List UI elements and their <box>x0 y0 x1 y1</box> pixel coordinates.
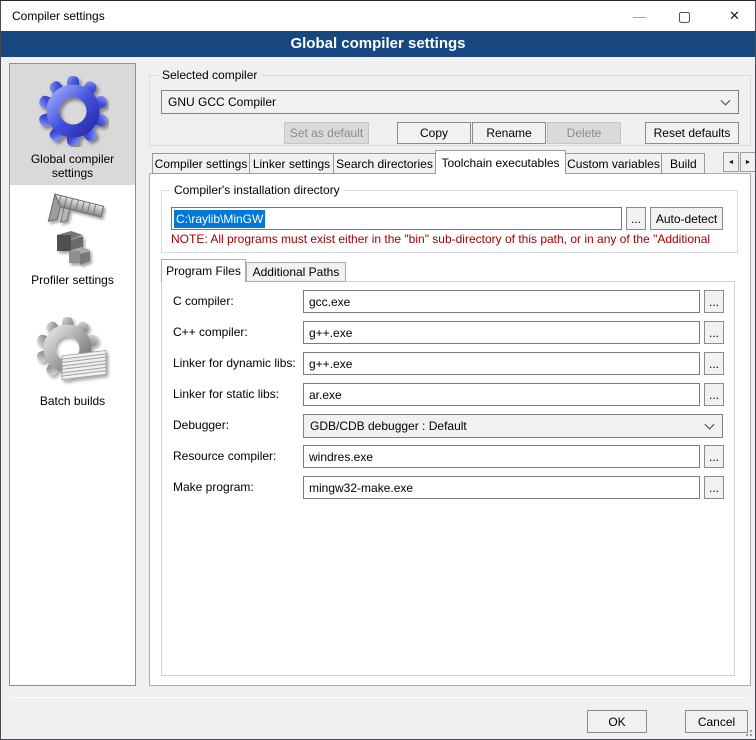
window-title: Compiler settings <box>12 1 105 31</box>
row-debugger: Debugger: GDB/CDB debugger : Default <box>1 414 756 438</box>
linker-static-input[interactable] <box>303 383 700 406</box>
tab-scroll-left-icon[interactable]: ◄ <box>723 152 739 172</box>
resize-grip[interactable] <box>743 727 752 736</box>
copy-button[interactable]: Copy <box>397 122 471 144</box>
minimize-icon[interactable]: — <box>617 1 662 31</box>
linker-dynamic-input[interactable] <box>303 352 700 375</box>
row-cpp-compiler: C++ compiler: ... <box>1 321 756 345</box>
set-as-default-button[interactable]: Set as default <box>284 122 369 144</box>
c-compiler-label: C compiler: <box>173 294 234 308</box>
selected-compiler-value: GNU GCC Compiler <box>168 95 276 109</box>
tab-linker-settings[interactable]: Linker settings <box>249 153 334 174</box>
make-program-input[interactable] <box>303 476 700 499</box>
cancel-button[interactable]: Cancel <box>685 710 748 733</box>
linker-static-browse-button[interactable]: ... <box>704 383 724 406</box>
linker-dynamic-label: Linker for dynamic libs: <box>173 356 296 370</box>
footer-divider <box>10 697 748 698</box>
make-program-label: Make program: <box>173 480 254 494</box>
debugger-label: Debugger: <box>173 418 229 432</box>
make-program-browse-button[interactable]: ... <box>704 476 724 499</box>
resource-compiler-browse-button[interactable]: ... <box>704 445 724 468</box>
row-linker-static: Linker for static libs: ... <box>1 383 756 407</box>
page-title: Global compiler settings <box>1 31 755 57</box>
c-compiler-input[interactable] <box>303 290 700 313</box>
sidebar-item-global-compiler-settings[interactable]: Global compiler settings <box>10 64 135 185</box>
chevron-down-icon <box>705 420 715 430</box>
row-linker-dynamic: Linker for dynamic libs: ... <box>1 352 756 376</box>
chevron-down-icon <box>721 96 731 106</box>
maximize-icon[interactable]: ▢ <box>662 1 707 31</box>
resource-compiler-input[interactable] <box>303 445 700 468</box>
tab-compiler-settings[interactable]: Compiler settings <box>152 153 250 174</box>
subtab-program-files[interactable]: Program Files <box>161 259 246 282</box>
cpp-compiler-browse-button[interactable]: ... <box>704 321 724 344</box>
cpp-compiler-input[interactable] <box>303 321 700 344</box>
c-compiler-browse-button[interactable]: ... <box>704 290 724 313</box>
ok-button[interactable]: OK <box>587 710 647 733</box>
subtab-additional-paths[interactable]: Additional Paths <box>246 262 346 282</box>
caliper-icon <box>10 185 135 273</box>
compiler-settings-dialog: Compiler settings — ▢ ✕ Global compiler … <box>0 0 756 740</box>
cpp-compiler-label: C++ compiler: <box>173 325 248 339</box>
linker-dynamic-browse-button[interactable]: ... <box>704 352 724 375</box>
install-dir-browse-button[interactable]: ... <box>626 207 646 230</box>
auto-detect-button[interactable]: Auto-detect <box>650 207 723 230</box>
rename-button[interactable]: Rename <box>472 122 546 144</box>
gear-stack-icon <box>10 306 135 394</box>
install-dir-note: NOTE: All programs must exist either in … <box>171 232 727 246</box>
install-dir-selected-text: C:\raylib\MinGW <box>174 210 265 228</box>
row-c-compiler: C compiler: ... <box>1 290 756 314</box>
install-dir-input[interactable]: C:\raylib\MinGW <box>171 207 622 230</box>
gear-blue-icon <box>10 64 135 152</box>
tab-scroll-right-icon[interactable]: ► <box>740 152 756 172</box>
settings-tab-strip: Compiler settings Linker settings Search… <box>152 150 712 174</box>
sidebar-item-profiler-settings[interactable]: Profiler settings <box>10 185 135 306</box>
selected-compiler-group-label: Selected compiler <box>158 68 261 82</box>
selected-compiler-dropdown[interactable]: GNU GCC Compiler <box>161 90 739 114</box>
sidebar-item-label: Global compiler settings <box>10 152 135 180</box>
delete-button[interactable]: Delete <box>547 122 621 144</box>
close-icon[interactable]: ✕ <box>712 1 756 31</box>
sidebar-item-label: Profiler settings <box>10 273 135 287</box>
tab-search-directories[interactable]: Search directories <box>333 153 436 174</box>
install-dir-group-label: Compiler's installation directory <box>170 183 344 197</box>
titlebar[interactable]: Compiler settings — ▢ ✕ <box>1 1 755 31</box>
row-make-program: Make program: ... <box>1 476 756 500</box>
tab-toolchain-executables[interactable]: Toolchain executables <box>435 150 566 174</box>
debugger-dropdown[interactable]: GDB/CDB debugger : Default <box>303 414 723 438</box>
resource-compiler-label: Resource compiler: <box>173 449 276 463</box>
reset-defaults-button[interactable]: Reset defaults <box>645 122 739 144</box>
tab-custom-variables[interactable]: Custom variables <box>565 153 662 174</box>
row-resource-compiler: Resource compiler: ... <box>1 445 756 469</box>
linker-static-label: Linker for static libs: <box>173 387 279 401</box>
debugger-value: GDB/CDB debugger : Default <box>310 419 467 433</box>
tab-build-options[interactable]: Build <box>661 153 705 174</box>
